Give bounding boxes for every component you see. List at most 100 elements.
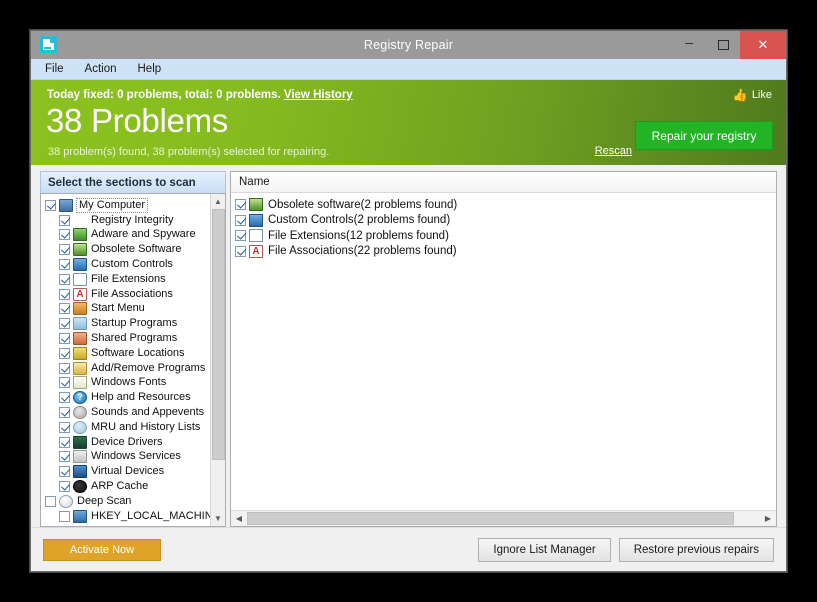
tree-item[interactable]: Shared Programs bbox=[45, 331, 210, 346]
close-button[interactable]: ✕ bbox=[740, 31, 786, 59]
tree-item-checkbox[interactable] bbox=[59, 244, 70, 256]
tree-item-checkbox[interactable] bbox=[59, 347, 70, 359]
tree-item-label: HKEY_LOCAL_MACHINE bbox=[91, 509, 210, 522]
tree-item-label: Windows Fonts bbox=[91, 376, 167, 389]
tree-item-checkbox[interactable] bbox=[45, 495, 56, 507]
tree-item[interactable]: ARP Cache bbox=[45, 479, 210, 494]
result-row-icon bbox=[249, 198, 263, 212]
footer-buttons: Ignore List Manager Restore previous rep… bbox=[478, 537, 774, 562]
tree-item[interactable]: Startup Programs bbox=[45, 316, 210, 331]
tree-item[interactable]: Add/Remove Programs bbox=[45, 361, 210, 376]
problem-count-headline: 38 Problems bbox=[46, 102, 228, 139]
tree-item-checkbox[interactable] bbox=[59, 333, 70, 345]
tree-item[interactable]: Virtual Devices bbox=[45, 464, 210, 479]
result-row[interactable]: A File Associations(22 problems found) bbox=[235, 244, 776, 260]
tree-item[interactable]: Sounds and Appevents bbox=[45, 405, 210, 420]
tree-item[interactable]: Windows Services bbox=[45, 450, 210, 465]
tree-item-icon bbox=[73, 509, 87, 523]
tree-item-label: Custom Controls bbox=[91, 258, 173, 271]
tree-item[interactable]: My Computer bbox=[45, 197, 210, 213]
result-row-checkbox[interactable] bbox=[235, 230, 246, 242]
tree-item[interactable]: Adware and Spyware bbox=[45, 228, 210, 243]
tree-item[interactable]: ? Help and Resources bbox=[45, 390, 210, 405]
result-row-label: File Extensions(12 problems found) bbox=[268, 229, 449, 242]
result-row-checkbox[interactable] bbox=[235, 199, 246, 211]
tree-item-checkbox[interactable] bbox=[59, 229, 70, 241]
tree-item-icon bbox=[73, 435, 87, 449]
minimize-button[interactable]: – bbox=[672, 31, 706, 59]
scroll-up-icon[interactable]: ▲ bbox=[211, 194, 226, 209]
tree-item[interactable]: Windows Fonts bbox=[45, 376, 210, 391]
tree-item[interactable]: Start Menu bbox=[45, 302, 210, 317]
view-history-link[interactable]: View History bbox=[284, 89, 353, 101]
scroll-down-icon[interactable]: ▼ bbox=[211, 511, 226, 526]
tree-scroll-track[interactable] bbox=[211, 209, 226, 511]
result-row-checkbox[interactable] bbox=[235, 214, 246, 226]
tree-item-icon bbox=[73, 332, 87, 346]
tree-item-checkbox[interactable] bbox=[59, 407, 70, 419]
tree-item-checkbox[interactable] bbox=[59, 421, 70, 433]
tree-item-icon bbox=[73, 420, 87, 434]
tree-scroll-thumb[interactable] bbox=[211, 209, 225, 460]
tree-item[interactable]: Obsolete Software bbox=[45, 242, 210, 257]
sections-tree-header: Select the sections to scan bbox=[40, 171, 226, 193]
tree-item-checkbox[interactable] bbox=[59, 214, 70, 226]
like-button[interactable]: 👍 Like bbox=[733, 88, 772, 102]
hscroll-thumb[interactable] bbox=[247, 512, 735, 525]
tree-item-label: Deep Scan bbox=[77, 494, 132, 507]
menu-item-help[interactable]: Help bbox=[132, 61, 173, 77]
tree-item-checkbox[interactable] bbox=[59, 303, 70, 315]
footer-bar: Activate Now Ignore List Manager Restore… bbox=[31, 527, 786, 571]
rescan-link[interactable]: Rescan bbox=[595, 145, 632, 157]
hscroll-track[interactable] bbox=[247, 511, 760, 526]
results-horizontal-scrollbar[interactable]: ◀ ▶ bbox=[231, 510, 776, 526]
tree-item[interactable]: Device Drivers bbox=[45, 435, 210, 450]
tree-item-icon bbox=[73, 272, 87, 286]
tree-item[interactable]: A File Associations bbox=[45, 287, 210, 302]
tree-item-checkbox[interactable] bbox=[59, 288, 70, 300]
results-list-panel: Name Obsolete software(2 problems found)… bbox=[230, 171, 777, 527]
sections-tree-list[interactable]: My Computer Registry Integrity Adware and … bbox=[41, 194, 210, 526]
result-row[interactable]: Obsolete software(2 problems found) bbox=[235, 197, 776, 213]
tree-item-checkbox[interactable] bbox=[59, 362, 70, 374]
tree-item-checkbox[interactable] bbox=[59, 481, 70, 493]
result-row[interactable]: Custom Controls(2 problems found) bbox=[235, 213, 776, 229]
tree-item[interactable]: MRU and History Lists bbox=[45, 420, 210, 435]
tree-item[interactable]: Registry Integrity bbox=[45, 213, 210, 228]
tree-item[interactable]: Custom Controls bbox=[45, 257, 210, 272]
activate-now-button[interactable]: Activate Now bbox=[43, 538, 161, 561]
today-fixed-label: Today fixed: 0 problems, total: 0 proble… bbox=[47, 89, 281, 101]
maximize-button[interactable] bbox=[706, 31, 740, 59]
tree-item-checkbox[interactable] bbox=[59, 259, 70, 271]
tree-item-label: ARP Cache bbox=[91, 480, 149, 493]
restore-previous-repairs-button[interactable]: Restore previous repairs bbox=[618, 537, 774, 562]
result-row[interactable]: File Extensions(12 problems found) bbox=[235, 228, 776, 244]
menu-item-action[interactable]: Action bbox=[79, 61, 128, 77]
tree-item-checkbox[interactable] bbox=[59, 451, 70, 463]
repair-registry-button[interactable]: Repair your registry bbox=[635, 121, 773, 150]
tree-item[interactable]: File Extensions bbox=[45, 272, 210, 287]
tree-vertical-scrollbar[interactable]: ▲ ▼ bbox=[210, 194, 225, 526]
tree-item-checkbox[interactable] bbox=[59, 466, 70, 478]
ignore-list-manager-button[interactable]: Ignore List Manager bbox=[478, 537, 611, 562]
tree-item-checkbox[interactable] bbox=[59, 318, 70, 330]
scroll-left-icon[interactable]: ◀ bbox=[231, 511, 247, 526]
tree-item-checkbox[interactable] bbox=[59, 273, 70, 285]
tree-item-icon bbox=[73, 376, 87, 390]
tree-item-checkbox[interactable] bbox=[59, 436, 70, 448]
tree-item[interactable]: Software Locations bbox=[45, 346, 210, 361]
tree-item-checkbox[interactable] bbox=[59, 377, 70, 389]
tree-item-icon bbox=[73, 258, 87, 272]
results-rows[interactable]: Obsolete software(2 problems found) Custo… bbox=[231, 193, 776, 510]
tree-item-checkbox[interactable] bbox=[45, 199, 56, 211]
tree-item-checkbox[interactable] bbox=[59, 510, 70, 522]
tree-item-label: Windows Services bbox=[91, 450, 181, 463]
tree-item[interactable]: Deep Scan bbox=[45, 494, 210, 509]
menu-item-file[interactable]: File bbox=[39, 61, 75, 77]
tree-item-icon bbox=[73, 346, 87, 360]
tree-item-label: My Computer bbox=[76, 197, 149, 213]
result-row-checkbox[interactable] bbox=[235, 245, 246, 257]
tree-item[interactable]: HKEY_LOCAL_MACHINE bbox=[45, 509, 210, 524]
scroll-right-icon[interactable]: ▶ bbox=[760, 511, 776, 526]
tree-item-checkbox[interactable] bbox=[59, 392, 70, 404]
